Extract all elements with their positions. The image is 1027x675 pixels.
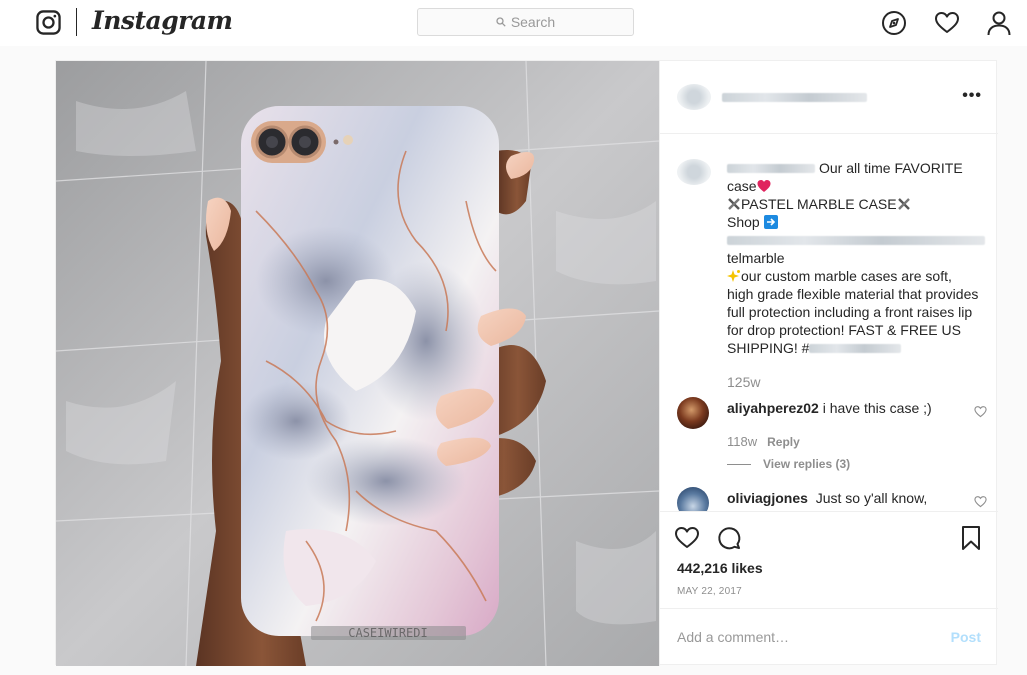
phone-case-photo: CASEIWIREDI	[56, 61, 659, 666]
comment-username[interactable]: aliyahperez02	[727, 400, 819, 416]
search-bar[interactable]: Search	[417, 8, 634, 36]
post-date[interactable]: MAY 22, 2017	[677, 586, 742, 597]
caption-username-redacted[interactable]	[727, 164, 815, 173]
post-header: •••	[660, 61, 998, 134]
profile-icon[interactable]	[986, 10, 1012, 36]
caption-line-5: telmarble	[727, 250, 785, 266]
activity-heart-icon[interactable]	[934, 10, 960, 36]
instagram-wordmark[interactable]: Instagram	[92, 6, 233, 35]
caption-line-3: PASTEL MARBLE CASE	[741, 196, 897, 212]
post-comment-button[interactable]: Post	[951, 629, 981, 645]
caption-hashtag-redacted[interactable]	[809, 344, 902, 353]
comment-text: i have this case ;)	[822, 400, 932, 416]
logo-divider	[76, 8, 77, 36]
caption-line-9: for drop protection! FAST & FREE US	[727, 322, 961, 338]
commenter-avatar[interactable]	[677, 487, 709, 511]
comment-icon[interactable]	[716, 525, 742, 551]
author-username-redacted[interactable]	[722, 93, 867, 102]
caption-line-10: SHIPPING! #	[727, 340, 810, 356]
caption-line-8: full protection including a front raises…	[727, 304, 973, 320]
more-icon[interactable]: •••	[962, 87, 982, 105]
crossed-tools-emoji-icon	[728, 198, 740, 210]
post-photo[interactable]: CASEIWIREDI	[56, 61, 659, 666]
bookmark-icon[interactable]	[958, 525, 984, 551]
caption-line-2: case	[727, 178, 757, 194]
comment-like-icon[interactable]	[974, 405, 987, 418]
add-comment-input[interactable]	[677, 627, 927, 647]
likes-count[interactable]: 442,216 likes	[677, 560, 763, 576]
top-navigation-bar: Instagram Search	[0, 0, 1027, 46]
post-sidebar: ••• Our all time FAVORITE case PASTEL MA…	[659, 61, 998, 666]
reply-button[interactable]: Reply	[767, 435, 800, 449]
instagram-camera-icon[interactable]	[36, 10, 61, 35]
right-arrow-emoji-icon	[763, 215, 778, 229]
caption-timestamp: 125w	[727, 374, 761, 390]
crossed-tools-emoji-icon	[897, 198, 910, 210]
view-replies-label: View replies (3)	[763, 457, 851, 471]
post-caption: Our all time FAVORITE case PASTEL MARBLE…	[727, 159, 989, 357]
sparkles-emoji-icon	[727, 270, 740, 282]
view-replies-button[interactable]: View replies (3)	[727, 455, 850, 473]
caption-author-avatar[interactable]	[677, 159, 711, 185]
commenter-avatar[interactable]	[677, 397, 709, 429]
like-heart-icon[interactable]	[674, 525, 700, 551]
explore-compass-icon[interactable]	[881, 10, 907, 36]
comment-body: oliviagjones Just so y'all know,	[727, 489, 972, 507]
caption-line-6: our custom marble cases are soft,	[741, 268, 952, 284]
comments-list[interactable]: Our all time FAVORITE case PASTEL MARBLE…	[660, 135, 998, 511]
replies-dash	[727, 463, 751, 465]
caption-line-7: high grade flexible material that provid…	[727, 286, 979, 302]
comment-text: Just so y'all know,	[815, 490, 928, 506]
add-comment-section: Post	[660, 608, 998, 666]
caption-line-4: Shop	[727, 214, 760, 230]
search-icon	[496, 17, 506, 27]
post-actions: 442,216 likes MAY 22, 2017	[660, 511, 998, 607]
comment-item: oliviagjones Just so y'all know,	[677, 487, 987, 511]
photo-watermark: CASEIWIREDI	[348, 626, 427, 640]
heart-emoji-icon	[757, 180, 771, 192]
caption-line-1: Our all time FAVORITE	[819, 160, 963, 176]
search-placeholder: Search	[510, 14, 556, 30]
post-card: CASEIWIREDI ••• Our all time FAVORITE ca…	[55, 60, 998, 666]
comment-username[interactable]: oliviagjones	[727, 490, 808, 506]
caption-link-redacted[interactable]	[727, 236, 985, 245]
author-avatar[interactable]	[677, 84, 711, 110]
comment-body: aliyahperez02 i have this case ;)	[727, 399, 972, 417]
comment-meta: 118w Reply	[727, 433, 800, 451]
comment-item: aliyahperez02 i have this case ;) 118w Re…	[677, 397, 987, 477]
comment-like-icon[interactable]	[974, 495, 987, 508]
comment-timestamp: 118w	[727, 434, 758, 449]
